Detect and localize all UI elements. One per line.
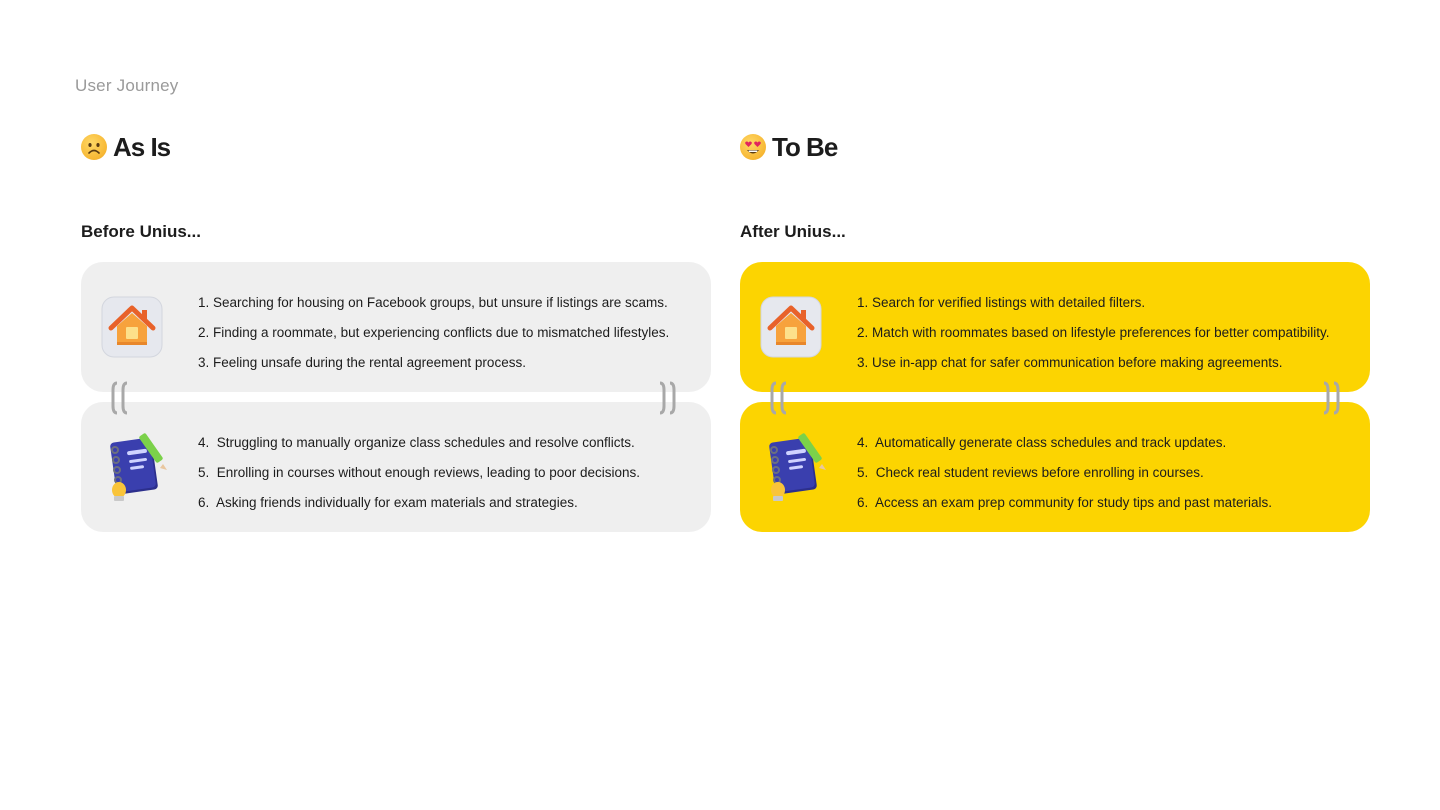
as-is-card-housing: 1. Searching for housing on Facebook gro… [81, 262, 711, 392]
list-item-number: 4. [857, 435, 869, 450]
list-item-text: Check real student reviews before enroll… [875, 465, 1204, 480]
list-item-text: Asking friends individually for exam mat… [216, 495, 578, 510]
binder-ring-icon [1323, 381, 1340, 415]
list-item: 3. Use in-app chat for safer communicati… [857, 355, 1283, 370]
house-app-icon [760, 296, 822, 358]
page-eyebrow: User Journey [75, 76, 179, 95]
as-is-subtitle: Before Unius... [81, 222, 201, 241]
as-is-title: As Is [113, 131, 171, 162]
as-is-housing-list: 1. Searching for housing on Facebook gro… [198, 288, 669, 378]
list-item-number: 6. [198, 495, 210, 510]
to-be-subtitle: After Unius... [740, 222, 846, 241]
list-item-text: Enrolling in courses without enough revi… [216, 465, 641, 480]
list-item: 4. Struggling to manually organize class… [198, 428, 640, 458]
list-item: 2. Finding a roommate, but experiencing … [198, 325, 670, 340]
frowning-face-icon [81, 134, 107, 160]
to-be-card-academics: 4. Automatically generate class schedule… [740, 402, 1370, 532]
list-item-number: 5. [857, 465, 869, 480]
list-item-number: 5. [198, 465, 210, 480]
to-be-card-housing: 1. Search for verified listings with det… [740, 262, 1370, 392]
to-be-heading: To Be [740, 130, 1370, 164]
list-item-text: Struggling to manually organize class sc… [216, 435, 635, 450]
as-is-academics-list: 4. Struggling to manually organize class… [198, 428, 640, 518]
list-item-number: 6. [857, 495, 869, 510]
list-item: 3. Feeling unsafe during the rental agre… [198, 355, 526, 370]
list-item: 1. Searching for housing on Facebook gro… [198, 295, 668, 310]
as-is-card-academics: 4. Struggling to manually organize class… [81, 402, 711, 532]
house-app-icon [101, 296, 163, 358]
as-is-column: As Is Before Unius... 1. Searching for h… [81, 130, 711, 532]
to-be-column: To Be After Unius... 1. Search for verif… [740, 130, 1370, 532]
list-item-text: Access an exam prep community for study … [875, 495, 1272, 510]
binder-ring-icon [770, 381, 787, 415]
list-item: 5. Enrolling in courses without enough r… [198, 458, 640, 488]
list-item: 4. Automatically generate class schedule… [857, 428, 1272, 458]
list-item: 1. Search for verified listings with det… [857, 295, 1146, 310]
list-item: 5. Check real student reviews before enr… [857, 458, 1272, 488]
to-be-housing-list: 1. Search for verified listings with det… [857, 288, 1329, 378]
heart-eyes-face-icon [740, 134, 766, 160]
list-item: 6. Asking friends individually for exam … [198, 488, 640, 518]
list-item: 6. Access an exam prep community for stu… [857, 488, 1272, 518]
notebook-pencil-icon [766, 428, 828, 501]
list-item-number: 4. [198, 435, 210, 450]
list-item-text: Automatically generate class schedules a… [875, 435, 1227, 450]
to-be-academics-list: 4. Automatically generate class schedule… [857, 428, 1272, 518]
list-item: 2. Match with roommates based on lifesty… [857, 325, 1330, 340]
to-be-title: To Be [772, 131, 838, 162]
binder-ring-icon [111, 381, 128, 415]
notebook-pencil-icon [107, 428, 169, 501]
as-is-heading: As Is [81, 130, 711, 164]
binder-ring-icon [659, 381, 676, 415]
